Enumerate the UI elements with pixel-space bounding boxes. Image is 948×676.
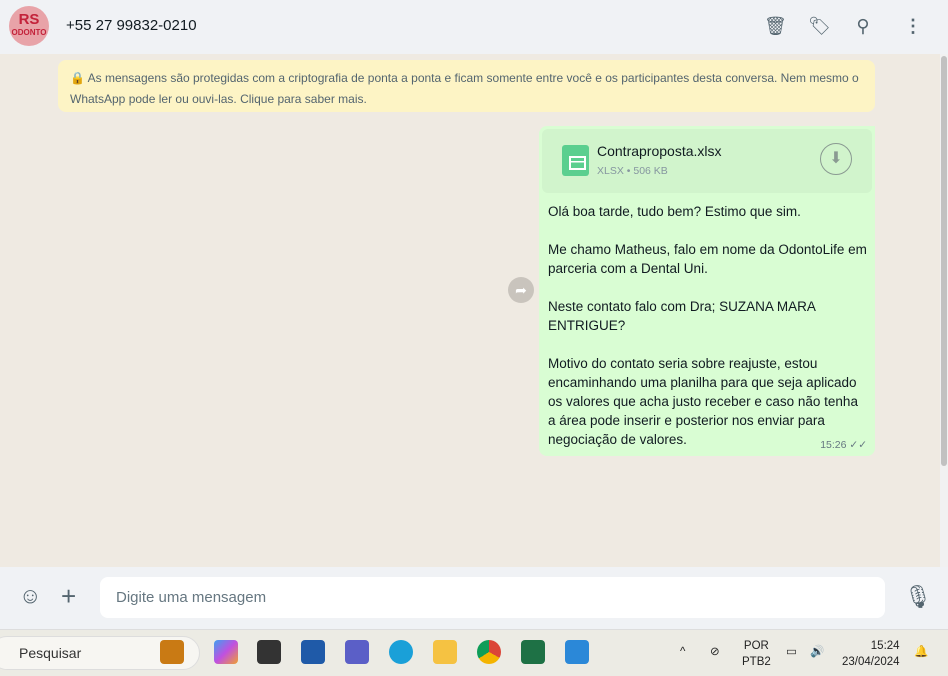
notification-icon[interactable]: 🔔 [914,644,928,660]
chat-header: RS ODONTO +55 27 99832-0210 🗑 🏷 ⚲ ⋮ [0,0,948,54]
emoji-icon[interactable]: ☺ [19,583,41,609]
explorer-icon[interactable] [433,640,457,664]
forward-icon[interactable]: ➦ [508,277,534,303]
contact-name[interactable]: +55 27 99832-0210 [66,17,197,34]
file-name: Contraproposta.xlsx [597,143,722,159]
language-indicator[interactable]: POR PTB2 [742,638,771,670]
network-off-icon[interactable]: ⊘ [710,644,720,660]
lang-secondary: PTB2 [742,656,771,668]
store-icon[interactable] [301,640,325,664]
message-bubble: Contraproposta.xlsx XLSX • 506 KB ⬇ Olá … [539,126,875,456]
microphone-icon[interactable]: 🎙 [904,584,932,610]
notepad-icon[interactable] [565,640,589,664]
volume-icon[interactable]: 🔊 [810,644,824,660]
taskbar: Pesquisar ^ ⊘ POR PTB2 ▭ 🔊 15:24 23/04/202… [0,629,948,676]
chevron-up-icon[interactable]: ^ [680,644,685,660]
edge-icon[interactable] [389,640,413,664]
briefcase-icon[interactable] [160,640,184,664]
file-meta: XLSX • 506 KB [597,165,668,177]
download-icon[interactable]: ⬇ [820,143,852,175]
clock-date: 23/04/2024 [842,656,900,668]
file-attachment[interactable]: Contraproposta.xlsx XLSX • 506 KB ⬇ [542,129,872,193]
chrome-icon[interactable] [477,640,501,664]
network-icon[interactable]: ▭ [786,644,797,660]
avatar[interactable]: RS ODONTO [9,6,49,46]
composer: ☺ + Digite uma mensagem 🎙 [0,567,948,629]
lang-primary: POR [743,640,769,652]
attach-icon[interactable]: + [61,581,76,612]
clock[interactable]: 15:24 23/04/2024 [842,638,900,670]
message-text: Olá boa tarde, tudo bem? Estimo que sim.… [548,204,867,447]
scrollbar[interactable] [940,54,948,567]
search-icon[interactable]: ⚲ [852,15,874,37]
clock-time: 15:24 [870,640,900,652]
excel-icon[interactable] [521,640,545,664]
label-icon[interactable]: 🏷 [808,15,831,37]
message-input[interactable]: Digite uma mensagem [100,577,885,618]
trash-icon[interactable]: 🗑 [764,15,787,37]
menu-icon[interactable]: ⋮ [902,15,924,37]
spreadsheet-icon [562,145,589,176]
teams-icon[interactable] [345,640,369,664]
copilot-icon[interactable] [214,640,238,664]
encryption-notice[interactable]: 🔒 As mensagens são protegidas com a crip… [58,60,875,112]
message-time: 15:26 ✓✓ [820,439,867,451]
taskview-icon[interactable] [257,640,281,664]
